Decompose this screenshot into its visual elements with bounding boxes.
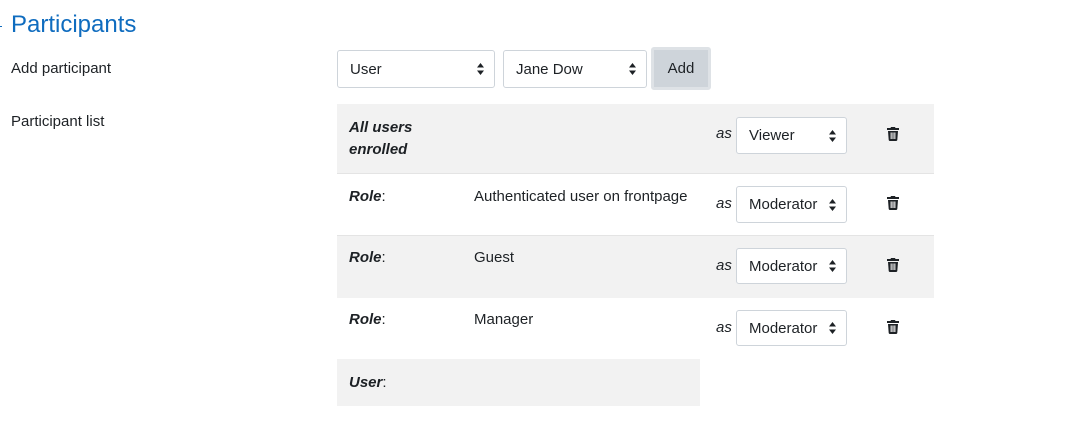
trash-icon[interactable] (887, 258, 899, 272)
up-down-caret-icon (829, 260, 836, 272)
participant-row-role: Role: Manager as Moderator (337, 298, 934, 359)
row-name: Authenticated user on frontpage (474, 188, 688, 205)
row-kind-label: User: (349, 374, 387, 391)
participant-user-select[interactable]: Jane Dow (503, 50, 647, 88)
left-edge-mark (0, 26, 2, 27)
participant-list-label: Participant list (11, 113, 105, 130)
as-label: as (716, 125, 732, 142)
role-select[interactable]: Moderator (736, 186, 847, 223)
row-kind-label: Role: (349, 188, 386, 205)
participant-user-value: Jane Dow (516, 60, 583, 78)
as-label: as (716, 195, 732, 212)
add-button[interactable]: Add (651, 47, 711, 90)
row-name: Manager (474, 311, 534, 328)
participant-row-role: Role: Authenticated user on frontpage as… (337, 173, 934, 236)
up-down-caret-icon (829, 322, 836, 334)
role-select[interactable]: Moderator (736, 310, 847, 346)
role-select[interactable]: Viewer (736, 117, 847, 154)
role-select[interactable]: Moderator (736, 248, 847, 284)
up-down-caret-icon (629, 63, 636, 75)
add-participant-label: Add participant (11, 60, 112, 77)
role-select-value: Moderator (749, 319, 818, 337)
trash-icon[interactable] (887, 127, 899, 141)
row-kind-label: Role: (349, 249, 386, 266)
row-kind-label: Role: (349, 311, 386, 328)
participant-row-user: User: (337, 359, 700, 406)
participant-type-value: User (350, 60, 382, 78)
participant-row-role: Role: Guest as Moderator (337, 236, 934, 298)
up-down-caret-icon (829, 198, 836, 211)
row-kind-label: All users enrolled (349, 119, 413, 158)
up-down-caret-icon (829, 129, 836, 142)
row-name: Guest (474, 249, 515, 266)
participant-type-select[interactable]: User (337, 50, 495, 88)
page-title: Participants (11, 11, 137, 38)
trash-icon[interactable] (887, 320, 899, 334)
role-select-value: Moderator (749, 257, 818, 275)
trash-icon[interactable] (887, 196, 899, 210)
participant-row-all-users: All users enrolled as Viewer (337, 104, 934, 173)
role-select-value: Viewer (749, 127, 795, 144)
as-label: as (716, 257, 732, 274)
as-label: as (716, 319, 732, 336)
up-down-caret-icon (477, 63, 484, 75)
role-select-value: Moderator (749, 196, 818, 213)
